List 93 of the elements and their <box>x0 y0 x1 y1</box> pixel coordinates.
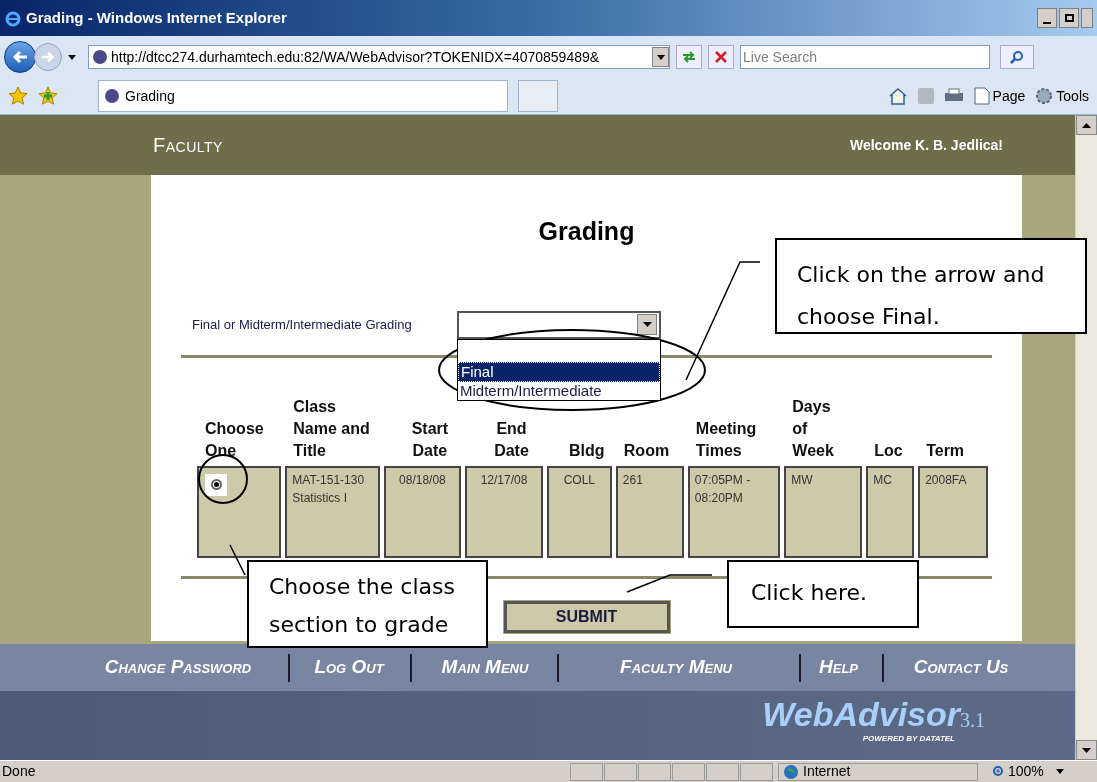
dropdown-arrow-button[interactable] <box>652 47 669 67</box>
page-heading: Grading <box>537 216 636 247</box>
callout-box: Click here. <box>727 560 919 628</box>
logo-tagline: POWERED BY DATATEL <box>862 733 955 745</box>
column-header: Term <box>926 440 966 461</box>
gear-icon <box>1035 87 1054 105</box>
section-title: Faculty <box>153 133 223 158</box>
dropdown-option[interactable]: Final <box>458 361 660 382</box>
page-menu[interactable]: Page <box>973 85 1026 107</box>
status-panel <box>570 762 603 781</box>
site-icon <box>92 49 108 65</box>
search-button[interactable] <box>1000 45 1034 69</box>
table-cell: 08/18/08 <box>383 465 462 558</box>
caret-icon <box>642 322 652 327</box>
submit-button[interactable]: SUBMIT <box>503 600 670 633</box>
column-header: Room <box>623 440 671 461</box>
footer-link[interactable]: Help <box>819 653 858 682</box>
back-arrow-icon <box>12 50 28 64</box>
radio-button[interactable] <box>205 473 227 496</box>
search-icon <box>1010 50 1024 64</box>
page-icon <box>973 87 990 105</box>
globe-icon <box>783 763 799 780</box>
highlight-circle <box>198 454 248 504</box>
restore-button[interactable] <box>1059 8 1079 28</box>
up-arrow-icon[interactable] <box>1082 122 1091 128</box>
tab-label: Grading <box>125 86 175 106</box>
menu-label: Tools <box>1056 86 1089 106</box>
footer-link[interactable]: Contact Us <box>913 653 1009 682</box>
leader-line <box>229 544 246 576</box>
forward-arrow-icon <box>41 51 55 63</box>
browser-tab[interactable]: Grading <box>98 80 508 112</box>
scrollbar[interactable] <box>1075 115 1097 760</box>
status-panel <box>672 762 705 781</box>
status-panel <box>604 762 637 781</box>
home-icon[interactable] <box>887 87 908 105</box>
table-cell: MC <box>866 465 915 558</box>
callout-box: Click on the arrow and choose Final. <box>775 238 1087 334</box>
zoom-icon <box>992 764 1006 779</box>
table-cell: 12/17/08 <box>465 465 543 558</box>
dropdown-option[interactable]: Midterm/Intermediate <box>458 381 660 400</box>
column-header: Meeting Times <box>695 418 758 461</box>
minimize-button[interactable] <box>1037 8 1057 28</box>
status-panel <box>638 762 671 781</box>
caret-icon <box>656 54 665 60</box>
caret-icon <box>1055 769 1064 774</box>
search-field[interactable]: Live Search <box>740 45 990 69</box>
close-icon <box>715 51 727 63</box>
url-text: http://dtcc274.durhamtech.edu:82/WA/WebAdvisor?TOKENIDX=4070859489& <box>111 47 601 67</box>
zoom-level: 100% <box>1008 762 1044 781</box>
column-header: Days of Week <box>792 396 835 461</box>
caret-icon[interactable] <box>68 54 76 60</box>
footer-link[interactable]: Main Menu <box>441 653 529 682</box>
stop-button[interactable] <box>708 45 734 69</box>
add-favorite-icon[interactable] <box>38 86 58 106</box>
down-arrow-icon[interactable] <box>1082 747 1091 753</box>
zone-label: Internet <box>803 762 851 781</box>
table-cell: 261 <box>615 465 684 558</box>
welcome-text: Welcome K. B. Jedlica! <box>850 135 1003 155</box>
table-cell: MAT-151-130 Statistics I <box>285 465 380 558</box>
status-text: Done <box>1 762 37 781</box>
browser-logo-icon <box>4 9 22 27</box>
column-header: End Date <box>493 418 530 461</box>
logo-text: WebAdvisor <box>762 695 960 733</box>
table-cell: 2008FA <box>918 465 988 558</box>
column-header: Class Name and Title <box>293 396 371 461</box>
site-icon <box>103 88 121 104</box>
footer-link[interactable]: Change Password <box>104 653 252 682</box>
tools-menu[interactable]: Tools <box>1035 85 1089 107</box>
logo-version: 3.1 <box>960 709 985 733</box>
table-cell: COLL <box>546 465 612 558</box>
table-cell: 07:05PM - 08:20PM <box>687 465 781 558</box>
status-panel <box>740 762 773 781</box>
field-label: Final or Midterm/Intermediate Grading <box>192 315 413 334</box>
footer-link[interactable]: Log Out <box>314 653 384 682</box>
column-header: Choose One <box>205 418 265 461</box>
window-title: Grading - Windows Internet Explorer <box>26 7 287 28</box>
dropdown-arrow-button[interactable] <box>637 314 657 335</box>
column-header: Start Date <box>410 418 450 461</box>
table-cell: MW <box>784 465 863 558</box>
zoom-control[interactable]: 100% <box>988 761 1068 782</box>
address-field[interactable]: http://dtcc274.durhamtech.edu:82/WA/WebAdvisor?TOKENIDX=4070859489& <box>88 45 670 69</box>
favorites-star-icon[interactable] <box>8 86 28 106</box>
menu-label: Page <box>992 86 1026 106</box>
status-panel <box>706 762 739 781</box>
column-header: Bldg <box>568 440 606 461</box>
callout-box: Choose the class section to grade <box>247 560 488 648</box>
refresh-icon <box>681 51 697 63</box>
refresh-button[interactable] <box>676 45 702 69</box>
column-header: Loc <box>874 440 904 461</box>
back-button[interactable] <box>4 41 36 73</box>
footer-link[interactable]: Faculty Menu <box>620 653 732 682</box>
printer-icon[interactable] <box>943 88 964 104</box>
grading-dropdown[interactable] <box>457 310 661 339</box>
